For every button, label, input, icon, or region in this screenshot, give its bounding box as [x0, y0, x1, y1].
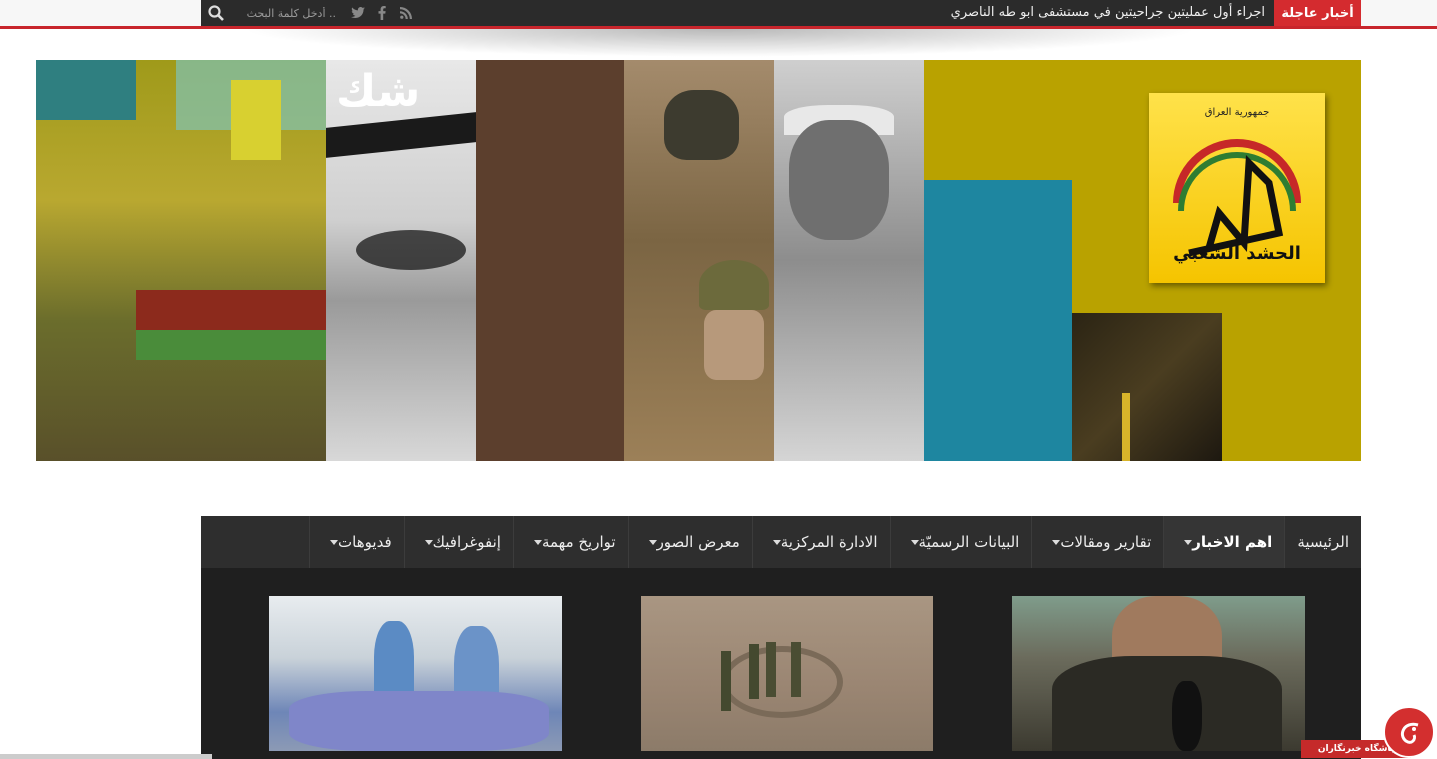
chevron-down-icon — [1184, 539, 1193, 545]
nav-item-6[interactable]: تواريخ مهمة — [512, 516, 628, 568]
nav-item-3[interactable]: البيانات الرسميّة — [889, 516, 1032, 568]
watermark-logo — [1383, 706, 1435, 758]
chevron-down-icon — [533, 539, 542, 545]
nav-item-0[interactable]: الرئيسية — [1284, 516, 1361, 568]
search-icon — [208, 5, 224, 21]
breaking-news-label: أخبار عاجلة — [1274, 0, 1361, 26]
banner-photo-grayscale — [774, 60, 924, 461]
chevron-down-icon — [330, 539, 339, 545]
twitter-icon[interactable] — [346, 0, 370, 26]
featured-thumb-commander[interactable] — [1012, 596, 1305, 751]
horizontal-scrollbar[interactable] — [0, 754, 212, 759]
logo-text: الحشد الشعبي — [1173, 243, 1301, 264]
rss-icon[interactable] — [394, 0, 418, 26]
nav-item-2[interactable]: تقارير ومقالات — [1031, 516, 1163, 568]
watermark-logo-icon — [1401, 722, 1419, 744]
nav-item-8[interactable]: فديوهات — [309, 516, 404, 568]
nav-item-1[interactable]: اهم الاخبار — [1163, 516, 1285, 568]
chevron-down-icon — [910, 539, 919, 545]
logo-badge: جمهورية العراق الحشد الشعبي — [1149, 93, 1325, 283]
chevron-down-icon — [1052, 539, 1061, 545]
header-shadow — [240, 29, 1200, 57]
banner-photo-soldier — [624, 60, 774, 461]
banner-panel-brown — [476, 60, 624, 461]
nav-item-5[interactable]: معرض الصور — [627, 516, 752, 568]
banner-photo-weapon — [1072, 313, 1222, 461]
header-banner[interactable]: شك جمهورية العراق الحشد الشعبي — [36, 60, 1361, 461]
nav-item-label: فديوهات — [338, 533, 392, 551]
main-navigation: الرئيسية اهم الاخبار تقارير ومقالات البيانا… — [201, 516, 1361, 568]
nav-item-4[interactable]: الادارة المركزية — [751, 516, 890, 568]
featured-thumb-field[interactable] — [641, 596, 933, 751]
nav-menu: الرئيسية اهم الاخبار تقارير ومقالات البيانا… — [201, 516, 1361, 568]
chevron-down-icon — [424, 539, 433, 545]
nav-item-label: اهم الاخبار — [1192, 533, 1273, 551]
nav-item-7[interactable]: إنفوغرافيك — [403, 516, 513, 568]
search-button[interactable] — [201, 0, 231, 26]
featured-thumb-surgery[interactable] — [269, 596, 562, 751]
nav-item-label: الادارة المركزية — [780, 533, 878, 551]
chevron-down-icon — [648, 539, 657, 545]
banner-photo-eye: شك — [326, 60, 476, 461]
facebook-icon[interactable] — [370, 0, 394, 26]
nav-item-label: الرئيسية — [1297, 533, 1349, 551]
social-links — [346, 0, 418, 26]
nav-item-label: معرض الصور — [656, 533, 740, 551]
breaking-news-text[interactable]: اجراء أول عمليتين جراحيتين في مستشفى ابو… — [951, 0, 1265, 26]
banner-overlay-text: شك — [336, 66, 421, 117]
logo-arc-text: جمهورية العراق — [1204, 107, 1270, 118]
nav-item-label: البيانات الرسميّة — [918, 533, 1020, 551]
nav-item-label: تقارير ومقالات — [1060, 533, 1152, 551]
nav-item-label: إنفوغرافيك — [432, 533, 501, 551]
banner-panel-teal — [924, 180, 1072, 461]
search-input[interactable] — [232, 0, 344, 26]
chevron-down-icon — [772, 539, 781, 545]
nav-item-label: تواريخ مهمة — [541, 533, 616, 551]
